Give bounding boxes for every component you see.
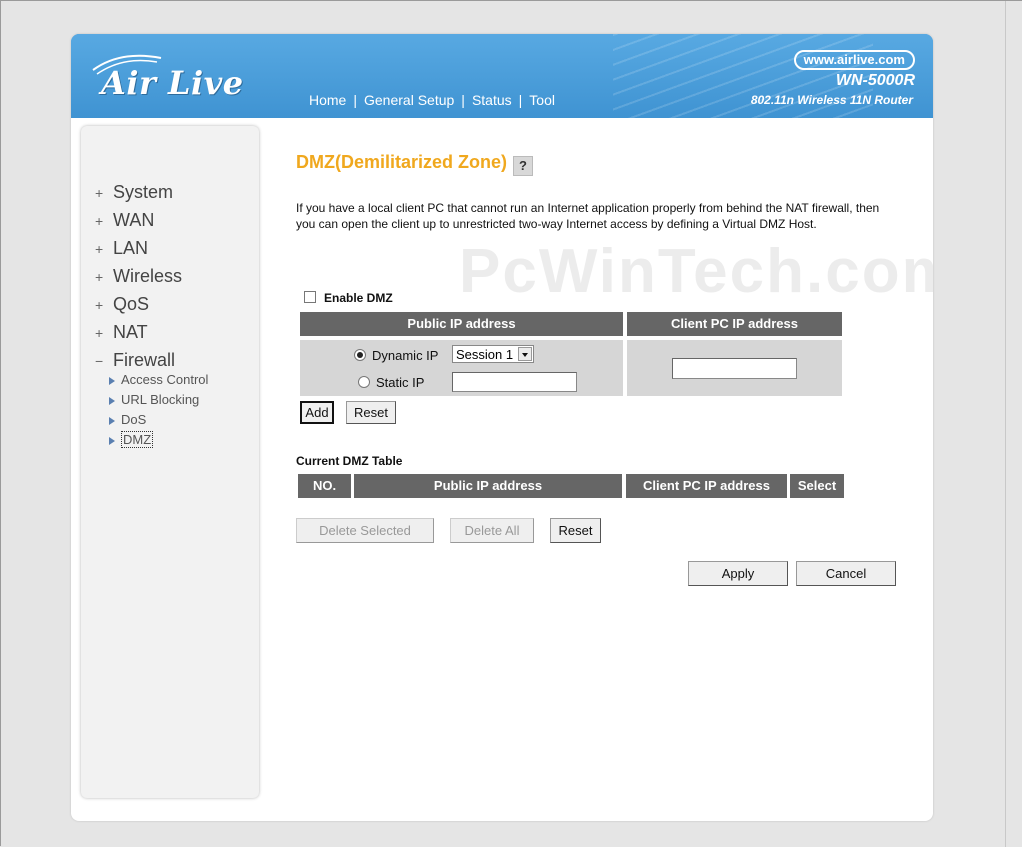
sidebar-item-label: LAN bbox=[113, 238, 149, 258]
sidebar-item-system[interactable]: + System bbox=[95, 178, 182, 206]
sidebar-item-label: Firewall bbox=[113, 350, 176, 370]
dmz-col-client-ip: Client PC IP address bbox=[626, 474, 787, 498]
router-admin-frame: Air Live Home | General Setup | Status | Tool … bbox=[71, 34, 933, 821]
apply-button[interactable]: Apply bbox=[688, 561, 788, 586]
delete-selected-button[interactable]: Delete Selected bbox=[296, 518, 434, 543]
expand-icon: + bbox=[95, 241, 104, 257]
submenu-label: Access Control bbox=[121, 372, 209, 387]
enable-dmz-label: Enable DMZ bbox=[324, 291, 393, 305]
session-select[interactable]: Session 1 bbox=[452, 345, 534, 363]
sidebar: + System + WAN + LAN + Wireless + QoS + NAT − F… bbox=[81, 126, 259, 798]
triangle-right-icon bbox=[109, 416, 115, 425]
submenu-label: DMZ bbox=[121, 431, 154, 448]
col-public-ip-header: Public IP address bbox=[300, 312, 623, 336]
sidebar-item-lan[interactable]: + LAN bbox=[95, 234, 182, 262]
submenu-label: URL Blocking bbox=[121, 392, 200, 407]
sidebar-item-label: QoS bbox=[113, 294, 150, 314]
delete-all-button[interactable]: Delete All bbox=[450, 518, 534, 543]
triangle-right-icon bbox=[109, 396, 115, 405]
static-ip-option[interactable]: Static IP bbox=[358, 375, 424, 390]
expand-icon: + bbox=[95, 185, 104, 201]
cancel-button[interactable]: Cancel bbox=[796, 561, 896, 586]
session-select-value: Session 1 bbox=[456, 347, 514, 362]
sidebar-item-nat[interactable]: + NAT bbox=[95, 318, 182, 346]
submenu-label: DoS bbox=[121, 412, 147, 427]
submenu-dmz[interactable]: DMZ bbox=[109, 430, 208, 450]
sidebar-item-label: System bbox=[113, 182, 174, 202]
reset-form-button[interactable]: Reset bbox=[346, 401, 396, 424]
submenu-dos[interactable]: DoS bbox=[109, 410, 208, 430]
dmz-col-select: Select bbox=[790, 474, 844, 498]
client-ip-input[interactable] bbox=[672, 358, 797, 379]
watermark: PcWinTech.com bbox=[459, 237, 933, 306]
help-icon[interactable]: ? bbox=[513, 156, 534, 176]
sidebar-menu: + System + WAN + LAN + Wireless + QoS + NAT − F… bbox=[95, 178, 182, 374]
page-title-text: DMZ(Demilitarized Zone) bbox=[296, 152, 508, 172]
add-button[interactable]: Add bbox=[300, 401, 334, 424]
dropdown-arrow-icon[interactable] bbox=[518, 347, 532, 361]
col-client-ip-header: Client PC IP address bbox=[627, 312, 842, 336]
expand-icon: + bbox=[95, 325, 104, 341]
firewall-submenu: Access Control URL Blocking DoS DMZ bbox=[109, 370, 208, 450]
page-title: DMZ(Demilitarized Zone)? bbox=[296, 152, 534, 176]
expand-icon: + bbox=[95, 297, 104, 313]
enable-dmz-row: Enable DMZ bbox=[304, 291, 393, 305]
triangle-right-icon bbox=[109, 436, 115, 445]
sidebar-item-wan[interactable]: + WAN bbox=[95, 206, 182, 234]
dynamic-ip-radio[interactable] bbox=[354, 349, 366, 361]
current-dmz-table-title: Current DMZ Table bbox=[296, 454, 403, 468]
window-scrollbar-strip bbox=[1005, 1, 1022, 847]
static-ip-label: Static IP bbox=[376, 375, 425, 390]
dmz-col-public-ip: Public IP address bbox=[354, 474, 622, 498]
static-ip-radio[interactable] bbox=[358, 376, 370, 388]
expand-icon: + bbox=[95, 269, 104, 285]
sidebar-item-label: WAN bbox=[113, 210, 155, 230]
sidebar-item-wireless[interactable]: + Wireless bbox=[95, 262, 182, 290]
dynamic-ip-option[interactable]: Dynamic IP bbox=[354, 348, 438, 363]
enable-dmz-checkbox[interactable] bbox=[304, 291, 316, 303]
submenu-url-blocking[interactable]: URL Blocking bbox=[109, 390, 208, 410]
airlive-logo: Air Live bbox=[101, 64, 244, 102]
dynamic-ip-label: Dynamic IP bbox=[372, 348, 439, 363]
page-description: If you have a local client PC that canno… bbox=[296, 201, 880, 231]
triangle-right-icon bbox=[109, 376, 115, 385]
expand-icon: + bbox=[95, 213, 104, 229]
dmz-col-no: NO. bbox=[298, 474, 351, 498]
reset-table-button[interactable]: Reset bbox=[550, 518, 601, 543]
sidebar-item-label: NAT bbox=[113, 322, 148, 342]
main-content: DMZ(Demilitarized Zone)? If you have a l… bbox=[296, 34, 933, 821]
sidebar-item-label: Wireless bbox=[113, 266, 183, 286]
sidebar-item-qos[interactable]: + QoS bbox=[95, 290, 182, 318]
static-ip-input[interactable] bbox=[452, 372, 577, 392]
submenu-access-control[interactable]: Access Control bbox=[109, 370, 208, 390]
